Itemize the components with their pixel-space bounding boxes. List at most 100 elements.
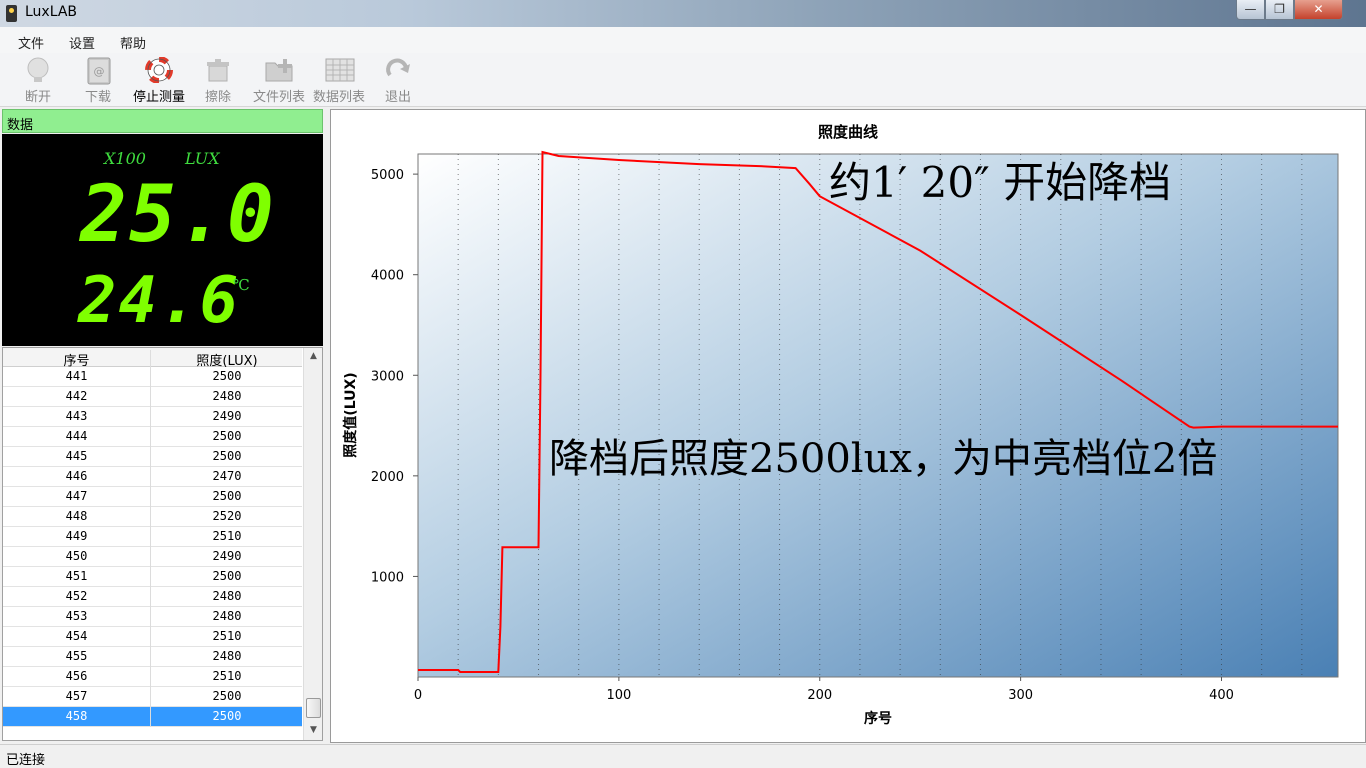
book-icon: @	[84, 57, 112, 85]
data-list-button[interactable]: 数据列表	[310, 57, 368, 105]
cell-index: 452	[3, 587, 151, 607]
y-tick-label: 3000	[371, 369, 404, 384]
left-panel: 数据 X100 LUX 25.0 24.6 ℃ 序号 照度(LUX) 441 25…	[0, 107, 328, 743]
temp-unit-label: ℃	[233, 276, 250, 294]
x-tick-label: 300	[1008, 688, 1033, 703]
cell-lux: 2510	[212, 529, 242, 543]
table-row[interactable]: 445 2500	[3, 447, 302, 467]
cell-lux: 2510	[212, 629, 242, 643]
disconnect-button[interactable]: 断开	[22, 57, 54, 105]
table-row[interactable]: 458 2500	[3, 707, 302, 727]
cell-index: 444	[3, 427, 151, 447]
lcd-display: X100 LUX 25.0 24.6 ℃	[2, 134, 323, 346]
data-panel-header: 数据	[2, 109, 323, 133]
cell-lux: 2500	[212, 709, 242, 723]
chart-panel: 照度曲线 0 100 200 300 400 1000 2000 3000 4000 5000 …	[330, 109, 1366, 743]
y-tick-label: 5000	[371, 168, 404, 183]
cell-lux: 2470	[212, 469, 242, 483]
menu-settings[interactable]: 设置	[69, 33, 95, 52]
maximize-button[interactable]: ❐	[1265, 0, 1294, 20]
cell-lux: 2480	[212, 609, 242, 623]
cell-index: 445	[3, 447, 151, 467]
table-row[interactable]: 447 2500	[3, 487, 302, 507]
app-icon	[6, 5, 17, 22]
scroll-thumb[interactable]	[306, 698, 321, 718]
table-row[interactable]: 454 2510	[3, 627, 302, 647]
cell-index: 456	[3, 667, 151, 687]
x-axis-ticks: 0 100 200 300 400	[414, 677, 1234, 703]
cell-index: 442	[3, 387, 151, 407]
cell-index: 457	[3, 687, 151, 707]
download-button[interactable]: @ 下载	[82, 57, 114, 105]
x-axis-label: 序号	[864, 710, 892, 727]
lifebuoy-icon	[145, 56, 173, 84]
lux-reading: 25.0	[80, 170, 276, 260]
table-row[interactable]: 441 2500	[3, 367, 302, 387]
close-button[interactable]: ✕	[1294, 0, 1343, 20]
cell-index: 458	[3, 707, 151, 727]
x-tick-label: 200	[807, 688, 832, 703]
temperature-reading: 24.6	[78, 264, 241, 338]
erase-button[interactable]: 擦除	[202, 57, 234, 105]
cell-lux: 2500	[212, 689, 242, 703]
cell-index: 447	[3, 487, 151, 507]
minimize-button[interactable]: —	[1236, 0, 1265, 20]
cell-index: 453	[3, 607, 151, 627]
cell-index: 443	[3, 407, 151, 427]
cell-lux: 2490	[212, 549, 242, 563]
cell-lux: 2520	[212, 509, 242, 523]
unit-label: LUX	[185, 149, 220, 168]
exit-button[interactable]: 退出	[382, 57, 414, 105]
x-tick-label: 400	[1209, 688, 1234, 703]
table-row[interactable]: 452 2480	[3, 587, 302, 607]
y-tick-label: 2000	[371, 470, 404, 485]
scroll-up-arrow-icon[interactable]: ▲	[304, 348, 323, 365]
multiplier-label: X100	[104, 149, 146, 168]
menu-file[interactable]: 文件	[18, 33, 44, 52]
title-bar: LuxLAB — ❐ ✕	[0, 0, 1366, 27]
table-body: 441 2500 442 2480 443 2490 444 2500 445 2500 446 24…	[3, 367, 302, 727]
table-header: 序号 照度(LUX)	[3, 348, 302, 369]
table-row[interactable]: 443 2490	[3, 407, 302, 427]
table-scrollbar[interactable]: ▲ ▼	[303, 348, 322, 740]
refresh-icon	[384, 57, 412, 83]
x-tick-label: 100	[606, 688, 631, 703]
table-row[interactable]: 442 2480	[3, 387, 302, 407]
stop-measure-button[interactable]: 停止测量	[129, 56, 189, 105]
annotation-downshift-time: 约1′ 20″ 开始降档	[829, 158, 1171, 207]
cell-lux: 2480	[212, 589, 242, 603]
cell-index: 451	[3, 567, 151, 587]
scroll-down-arrow-icon[interactable]: ▼	[304, 722, 323, 739]
table-row[interactable]: 446 2470	[3, 467, 302, 487]
chart-title: 照度曲线	[818, 123, 878, 141]
cell-lux: 2480	[212, 389, 242, 403]
menu-help[interactable]: 帮助	[120, 33, 146, 52]
cell-index: 446	[3, 467, 151, 487]
table-row[interactable]: 449 2510	[3, 527, 302, 547]
cell-lux: 2500	[212, 369, 242, 383]
table-row[interactable]: 444 2500	[3, 427, 302, 447]
status-bar: 已连接	[0, 744, 1366, 768]
table-row[interactable]: 457 2500	[3, 687, 302, 707]
column-header-index[interactable]: 序号	[3, 350, 151, 369]
table-icon	[325, 57, 355, 83]
illuminance-chart: 照度曲线 0 100 200 300 400 10002000300040005000 …	[342, 123, 1339, 727]
bulb-icon	[24, 57, 52, 83]
cell-index: 455	[3, 647, 151, 667]
cell-lux: 2510	[212, 669, 242, 683]
table-row[interactable]: 456 2510	[3, 667, 302, 687]
cell-index: 454	[3, 627, 151, 647]
data-panel-title: 数据	[7, 118, 34, 133]
table-row[interactable]: 451 2500	[3, 567, 302, 587]
table-row[interactable]: 450 2490	[3, 547, 302, 567]
y-tick-label: 1000	[371, 570, 404, 585]
plot-area	[417, 153, 1339, 678]
table-row[interactable]: 453 2480	[3, 607, 302, 627]
cell-lux: 2500	[212, 429, 242, 443]
erase-icon	[204, 57, 232, 83]
folder-add-icon	[265, 57, 293, 83]
table-row[interactable]: 455 2480	[3, 647, 302, 667]
file-list-button[interactable]: 文件列表	[250, 57, 308, 105]
table-row[interactable]: 448 2520	[3, 507, 302, 527]
svg-text:@: @	[94, 65, 105, 78]
